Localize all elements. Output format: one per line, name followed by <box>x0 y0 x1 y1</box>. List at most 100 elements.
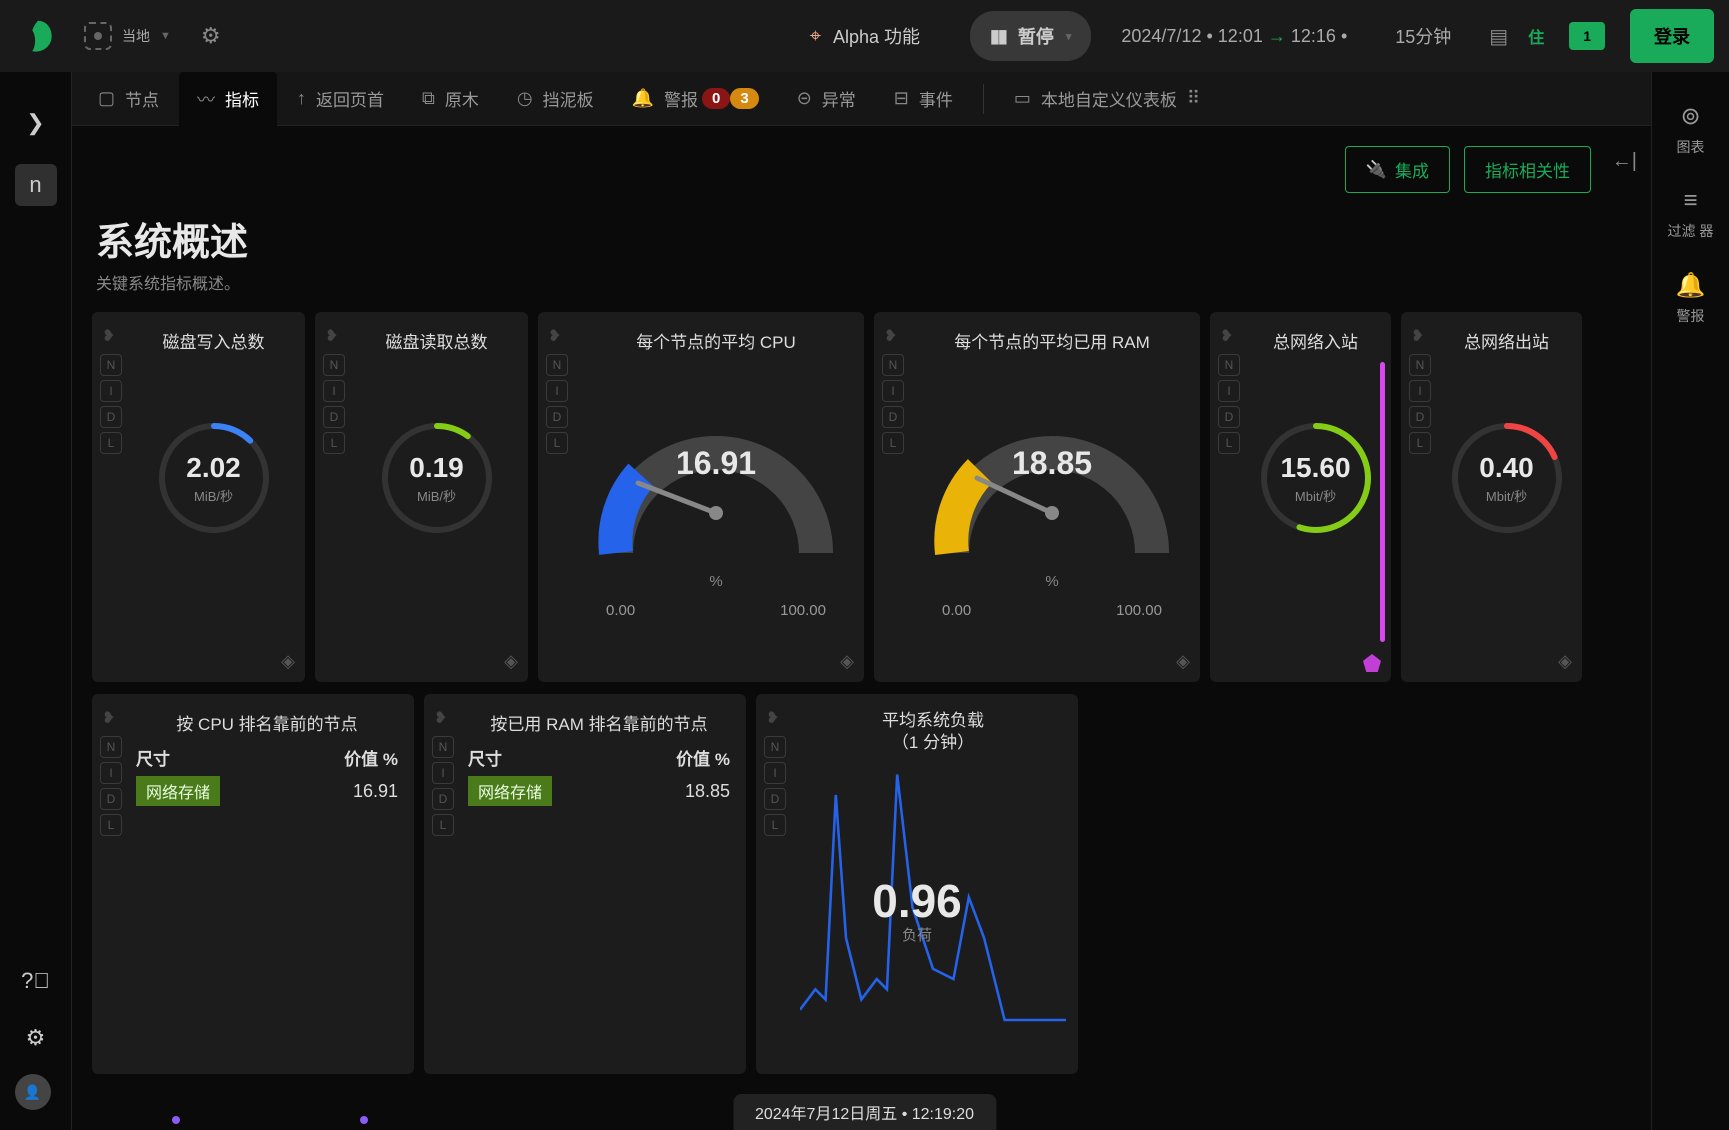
alert-badge-critical: 0 <box>702 88 730 109</box>
filter-icon: ≡ <box>1683 187 1697 215</box>
alpha-label: Alpha 功能 <box>833 23 920 49</box>
vbar <box>1380 362 1385 642</box>
tab-home[interactable]: ↑返回页首 <box>279 72 402 125</box>
sidebar-item-node[interactable]: n <box>15 164 57 206</box>
pause-button[interactable]: ▮▮ 暂停 ▾ <box>970 11 1091 61</box>
scope-label: 当地 <box>122 26 150 46</box>
more-icon: ⠿ <box>1187 88 1200 109</box>
tab-anomaly[interactable]: ⊝异常 <box>779 72 874 125</box>
sidebar-item-alerts[interactable]: 🔔警报 <box>1676 271 1706 326</box>
tab-dashboard[interactable]: ◷挡泥板 <box>499 72 612 125</box>
pulse-icon: ◈ <box>1176 651 1190 672</box>
tabbar: ▢节点 〰指标 ↑返回页首 ⧉原木 ◷挡泥板 🔔警报 0 3 ⊝异常 ⊟事件 ▭… <box>72 72 1651 126</box>
server-icon[interactable]: ▤ <box>1479 24 1518 49</box>
card-title: 每个节点的平均 CPU <box>578 328 854 353</box>
leaf-icon: ❥ <box>548 326 561 346</box>
bulb-icon: ⌖ <box>810 25 821 48</box>
leaf-icon: ❥ <box>434 708 447 728</box>
pulse-icon <box>1363 654 1381 672</box>
sidebar-left: ❯ n ?⃝ ⚙ 👤 <box>0 72 72 1130</box>
settings-icon[interactable]: ⚙ <box>195 17 227 55</box>
logo[interactable] <box>15 14 60 59</box>
chevron-down-icon: ▾ <box>1066 30 1072 43</box>
donut-chart: 0.19MiB/秒 <box>372 413 502 543</box>
donut-chart: 0.40Mbit/秒 <box>1442 413 1572 543</box>
card-load-avg[interactable]: ❥ NIDL 平均系统负载（1 分钟） 0.96负荷 <box>756 694 1078 1074</box>
leaf-icon: ❥ <box>884 326 897 346</box>
nodes-icon: ▢ <box>98 88 115 109</box>
duration[interactable]: 15分钟 <box>1377 23 1469 49</box>
pause-icon: ▮▮ <box>990 26 1006 47</box>
pulse-icon: ◈ <box>504 651 518 672</box>
tab-events[interactable]: ⊟事件 <box>876 72 971 125</box>
tab-metrics[interactable]: 〰指标 <box>179 72 277 126</box>
donut-chart: 2.02MiB/秒 <box>149 413 279 543</box>
bell-icon: 🔔 <box>632 88 654 109</box>
tab-logs[interactable]: ⧉原木 <box>404 72 497 125</box>
leaf-icon: ❥ <box>1411 326 1424 346</box>
leaf-icon: ❥ <box>102 708 115 728</box>
card-title: 总网络出站 <box>1441 328 1572 353</box>
gear-icon[interactable]: ⚙ <box>15 1017 57 1059</box>
up-arrow-icon: ↑ <box>297 88 306 109</box>
card-top-cpu-nodes[interactable]: ❥ NIDL 按 CPU 排名靠前的节点 尺寸价值 % 网络存储16.91 <box>92 694 414 1074</box>
pulse-icon: ◈ <box>281 651 295 672</box>
events-icon: ⊟ <box>894 88 909 109</box>
table-row[interactable]: 网络存储18.85 <box>468 776 730 806</box>
correlate-button[interactable]: 指标相关性 <box>1464 146 1591 193</box>
card-disk-read[interactable]: ❥ NIDL 磁盘读取总数 0.19MiB/秒 ◈ <box>315 312 528 682</box>
integrate-button[interactable]: 🔌集成 <box>1345 146 1450 193</box>
leaf-icon: ❥ <box>766 708 779 728</box>
footer-clock: 2024年7月12日周五 • 12:19:20 <box>733 1094 996 1130</box>
tab-local-dashboard[interactable]: ▭本地自定义仪表板 ⠿ <box>996 72 1218 125</box>
card-title: 平均系统负载（1 分钟） <box>800 710 1066 754</box>
content: ←| 🔌集成 指标相关性 系统概述 关键系统指标概述。 ❥ NIDL 磁盘写入总… <box>72 126 1651 1130</box>
tab-alerts[interactable]: 🔔警报 0 3 <box>614 72 777 125</box>
section-title: 系统概述 <box>92 211 1631 266</box>
expand-sidebar-button[interactable]: ❯ <box>15 102 57 144</box>
alert-badge-warning: 3 <box>730 88 758 109</box>
card-cpu[interactable]: ❥ NIDL 每个节点的平均 CPU 16.91 % 0.00100.00 <box>538 312 864 682</box>
alpha-feature[interactable]: ⌖ Alpha 功能 <box>770 23 960 49</box>
card-title: 磁盘写入总数 <box>132 328 295 353</box>
node-tag: 网络存储 <box>136 776 220 806</box>
card-ram[interactable]: ❥ NIDL 每个节点的平均已用 RAM 18.85 % 0.00100.00 <box>874 312 1200 682</box>
arrow-right-icon: → <box>1268 26 1291 46</box>
collapse-right-icon[interactable]: ←| <box>1612 150 1637 173</box>
avatar[interactable]: 👤 <box>15 1074 51 1110</box>
pulse-icon: ◈ <box>1558 651 1572 672</box>
card-title: 总网络入站 <box>1250 328 1381 353</box>
table-row[interactable]: 网络存储16.91 <box>136 776 398 806</box>
gauge-icon: ◷ <box>517 88 533 109</box>
sidebar-item-charts[interactable]: ⊚图表 <box>1677 102 1705 157</box>
leaf-icon: ❥ <box>102 326 115 346</box>
bell-icon: 🔔 <box>1676 271 1706 300</box>
camera-icon: ⊚ <box>1680 102 1700 131</box>
tab-nodes[interactable]: ▢节点 <box>80 72 177 125</box>
card-title: 磁盘读取总数 <box>355 328 518 353</box>
gauge-chart: 18.85 % 0.00100.00 <box>914 383 1190 643</box>
node-count-badge[interactable]: 1 <box>1569 22 1605 50</box>
sidebar-item-filters[interactable]: ≡过滤 器 <box>1668 187 1714 241</box>
scope-selector[interactable]: 当地 ▼ <box>70 14 185 58</box>
time-range[interactable]: 2024/7/12 • 12:01 → 12:16 • <box>1101 26 1367 47</box>
topbar: 当地 ▼ ⚙ ⌖ Alpha 功能 ▮▮ 暂停 ▾ 2024/7/12 • 12… <box>0 0 1729 72</box>
card-net-in[interactable]: ❥ NIDL 总网络入站 15.60Mbit/秒 <box>1210 312 1391 682</box>
pause-label: 暂停 <box>1018 23 1054 49</box>
plug-icon: 🔌 <box>1366 160 1387 180</box>
help-icon[interactable]: ?⃝ <box>15 960 57 1002</box>
metrics-icon: 〰 <box>197 86 215 112</box>
logs-icon: ⧉ <box>422 88 435 109</box>
card-title: 按已用 RAM 排名靠前的节点 <box>468 710 730 735</box>
leaf-icon: ❥ <box>325 326 338 346</box>
card-top-ram-nodes[interactable]: ❥ NIDL 按已用 RAM 排名靠前的节点 尺寸价值 % 网络存储18.85 <box>424 694 746 1074</box>
donut-chart: 15.60Mbit/秒 <box>1251 413 1381 543</box>
scope-icon <box>84 22 112 50</box>
pulse-icon: ◈ <box>840 651 854 672</box>
section-subtitle: 关键系统指标概述。 <box>92 270 1631 294</box>
card-net-out[interactable]: ❥ NIDL 总网络出站 0.40Mbit/秒 ◈ <box>1401 312 1582 682</box>
card-disk-write[interactable]: ❥ NIDL 磁盘写入总数 2.02MiB/秒 ◈ <box>92 312 305 682</box>
live-label: 住 <box>1528 24 1544 48</box>
login-button[interactable]: 登录 <box>1630 9 1714 63</box>
card-title: 每个节点的平均已用 RAM <box>914 328 1190 353</box>
